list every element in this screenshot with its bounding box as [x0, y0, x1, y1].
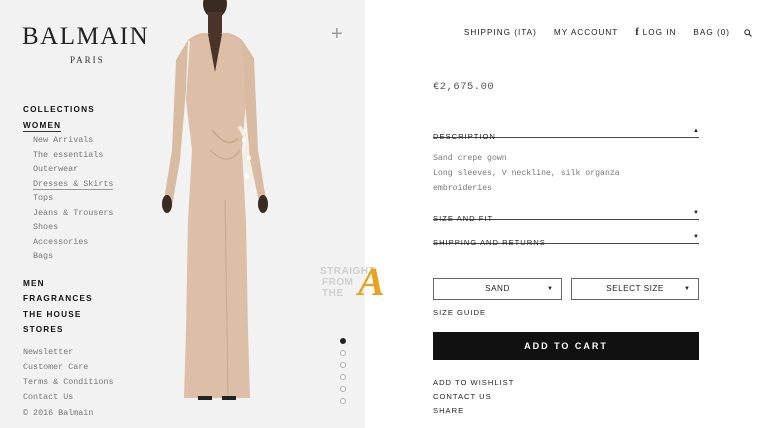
- subnav-tops[interactable]: Tops: [33, 191, 163, 206]
- size-guide-link[interactable]: SIZE GUIDE: [433, 308, 486, 317]
- footer-terms[interactable]: Terms & Conditions: [23, 375, 163, 390]
- subnav-outerwear[interactable]: Outerwear: [33, 162, 163, 177]
- brand-city: PARIS: [70, 55, 105, 65]
- subnav-shoes[interactable]: Shoes: [33, 220, 163, 235]
- size-select-value: SELECT SIZE: [606, 284, 664, 293]
- carousel-dot[interactable]: [340, 350, 346, 356]
- shipping-returns-accordion[interactable]: SHIPPING AND RETURNS ▼: [433, 232, 699, 247]
- description-line: embroideries: [433, 183, 492, 193]
- description-line: Sand crepe gown: [433, 154, 507, 163]
- image-carousel-dots: [340, 338, 346, 410]
- chevron-down-icon: ▼: [547, 286, 553, 292]
- caret-down-icon: ▼: [693, 234, 699, 240]
- color-select-value: SAND: [485, 284, 510, 293]
- women-subnav: New Arrivals The essentials Outerwear Dr…: [23, 133, 163, 264]
- main-navigation: COLLECTIONS WOMEN New Arrivals The essen…: [23, 102, 163, 421]
- brand-logo[interactable]: BALMAIN PARIS: [22, 24, 149, 65]
- my-account-link[interactable]: MY ACCOUNT: [554, 28, 618, 37]
- subnav-jeans-trousers[interactable]: Jeans & Trousers: [33, 206, 163, 221]
- carousel-dot[interactable]: [340, 362, 346, 368]
- footer-copyright: © 2016 Balmain: [23, 407, 94, 418]
- size-fit-accordion[interactable]: SIZE AND FIT ▼: [433, 208, 699, 223]
- nav-collections[interactable]: COLLECTIONS: [23, 102, 163, 118]
- color-select[interactable]: SAND ▼: [433, 278, 562, 300]
- search-icon[interactable]: [744, 28, 752, 37]
- zoom-plus-button[interactable]: +: [331, 24, 343, 44]
- nav-women[interactable]: WOMEN: [23, 118, 163, 134]
- carousel-dot[interactable]: [340, 338, 346, 344]
- product-photo: [162, 0, 268, 400]
- caret-down-icon: ▼: [693, 210, 699, 216]
- subnav-dresses-skirts[interactable]: Dresses & Skirts: [33, 177, 163, 192]
- bag-link[interactable]: BAG (0): [693, 28, 730, 37]
- share-link[interactable]: SHARE: [433, 404, 514, 418]
- shipping-country-link[interactable]: SHIPPING (ITA): [464, 28, 537, 37]
- product-price: €2,675.00: [433, 81, 495, 93]
- product-actions: ADD TO WISHLIST CONTACT US SHARE: [433, 376, 514, 417]
- shipping-returns-label: SHIPPING AND RETURNS: [433, 238, 546, 247]
- product-description: Sand crepe gown Long sleeves, V neckline…: [433, 152, 699, 196]
- carousel-dot[interactable]: [340, 386, 346, 392]
- nav-stores[interactable]: STORES: [23, 322, 163, 338]
- size-fit-label: SIZE AND FIT: [433, 214, 494, 223]
- footer-contact-us[interactable]: Contact Us: [23, 390, 163, 405]
- description-accordion[interactable]: DESCRIPTION ▲: [433, 126, 699, 141]
- subnav-bags[interactable]: Bags: [33, 249, 163, 264]
- subnav-essentials[interactable]: The essentials: [33, 148, 163, 163]
- nav-fragrances[interactable]: FRAGRANCES: [23, 291, 163, 307]
- add-to-wishlist-link[interactable]: ADD TO WISHLIST: [433, 376, 514, 390]
- watermark-logo: STRAIGHT FROM THE A: [320, 262, 415, 306]
- size-select[interactable]: SELECT SIZE ▼: [571, 278, 699, 300]
- contact-us-link[interactable]: CONTACT US: [433, 390, 514, 404]
- login-link[interactable]: f LOG IN: [635, 27, 676, 38]
- subnav-accessories[interactable]: Accessories: [33, 235, 163, 250]
- description-label: DESCRIPTION: [433, 132, 496, 141]
- add-to-cart-button[interactable]: ADD TO CART: [433, 332, 699, 360]
- nav-the-house[interactable]: THE HOUSE: [23, 307, 163, 323]
- nav-men[interactable]: MEN: [23, 276, 163, 292]
- carousel-dot[interactable]: [340, 374, 346, 380]
- description-line: Long sleeves, V neckline, silk organza: [433, 168, 620, 178]
- brand-name: BALMAIN: [22, 23, 150, 50]
- login-label: LOG IN: [642, 28, 677, 37]
- subnav-new-arrivals[interactable]: New Arrivals: [33, 133, 163, 148]
- facebook-icon: f: [635, 27, 640, 38]
- footer-newsletter[interactable]: Newsletter: [23, 345, 163, 360]
- carousel-dot[interactable]: [340, 398, 346, 404]
- caret-up-icon: ▲: [693, 128, 699, 134]
- watermark-letter: A: [358, 259, 385, 304]
- top-navigation: SHIPPING (ITA) MY ACCOUNT f LOG IN BAG (0…: [447, 27, 752, 38]
- footer-customer-care[interactable]: Customer Care: [23, 360, 163, 375]
- chevron-down-icon: ▼: [684, 286, 690, 292]
